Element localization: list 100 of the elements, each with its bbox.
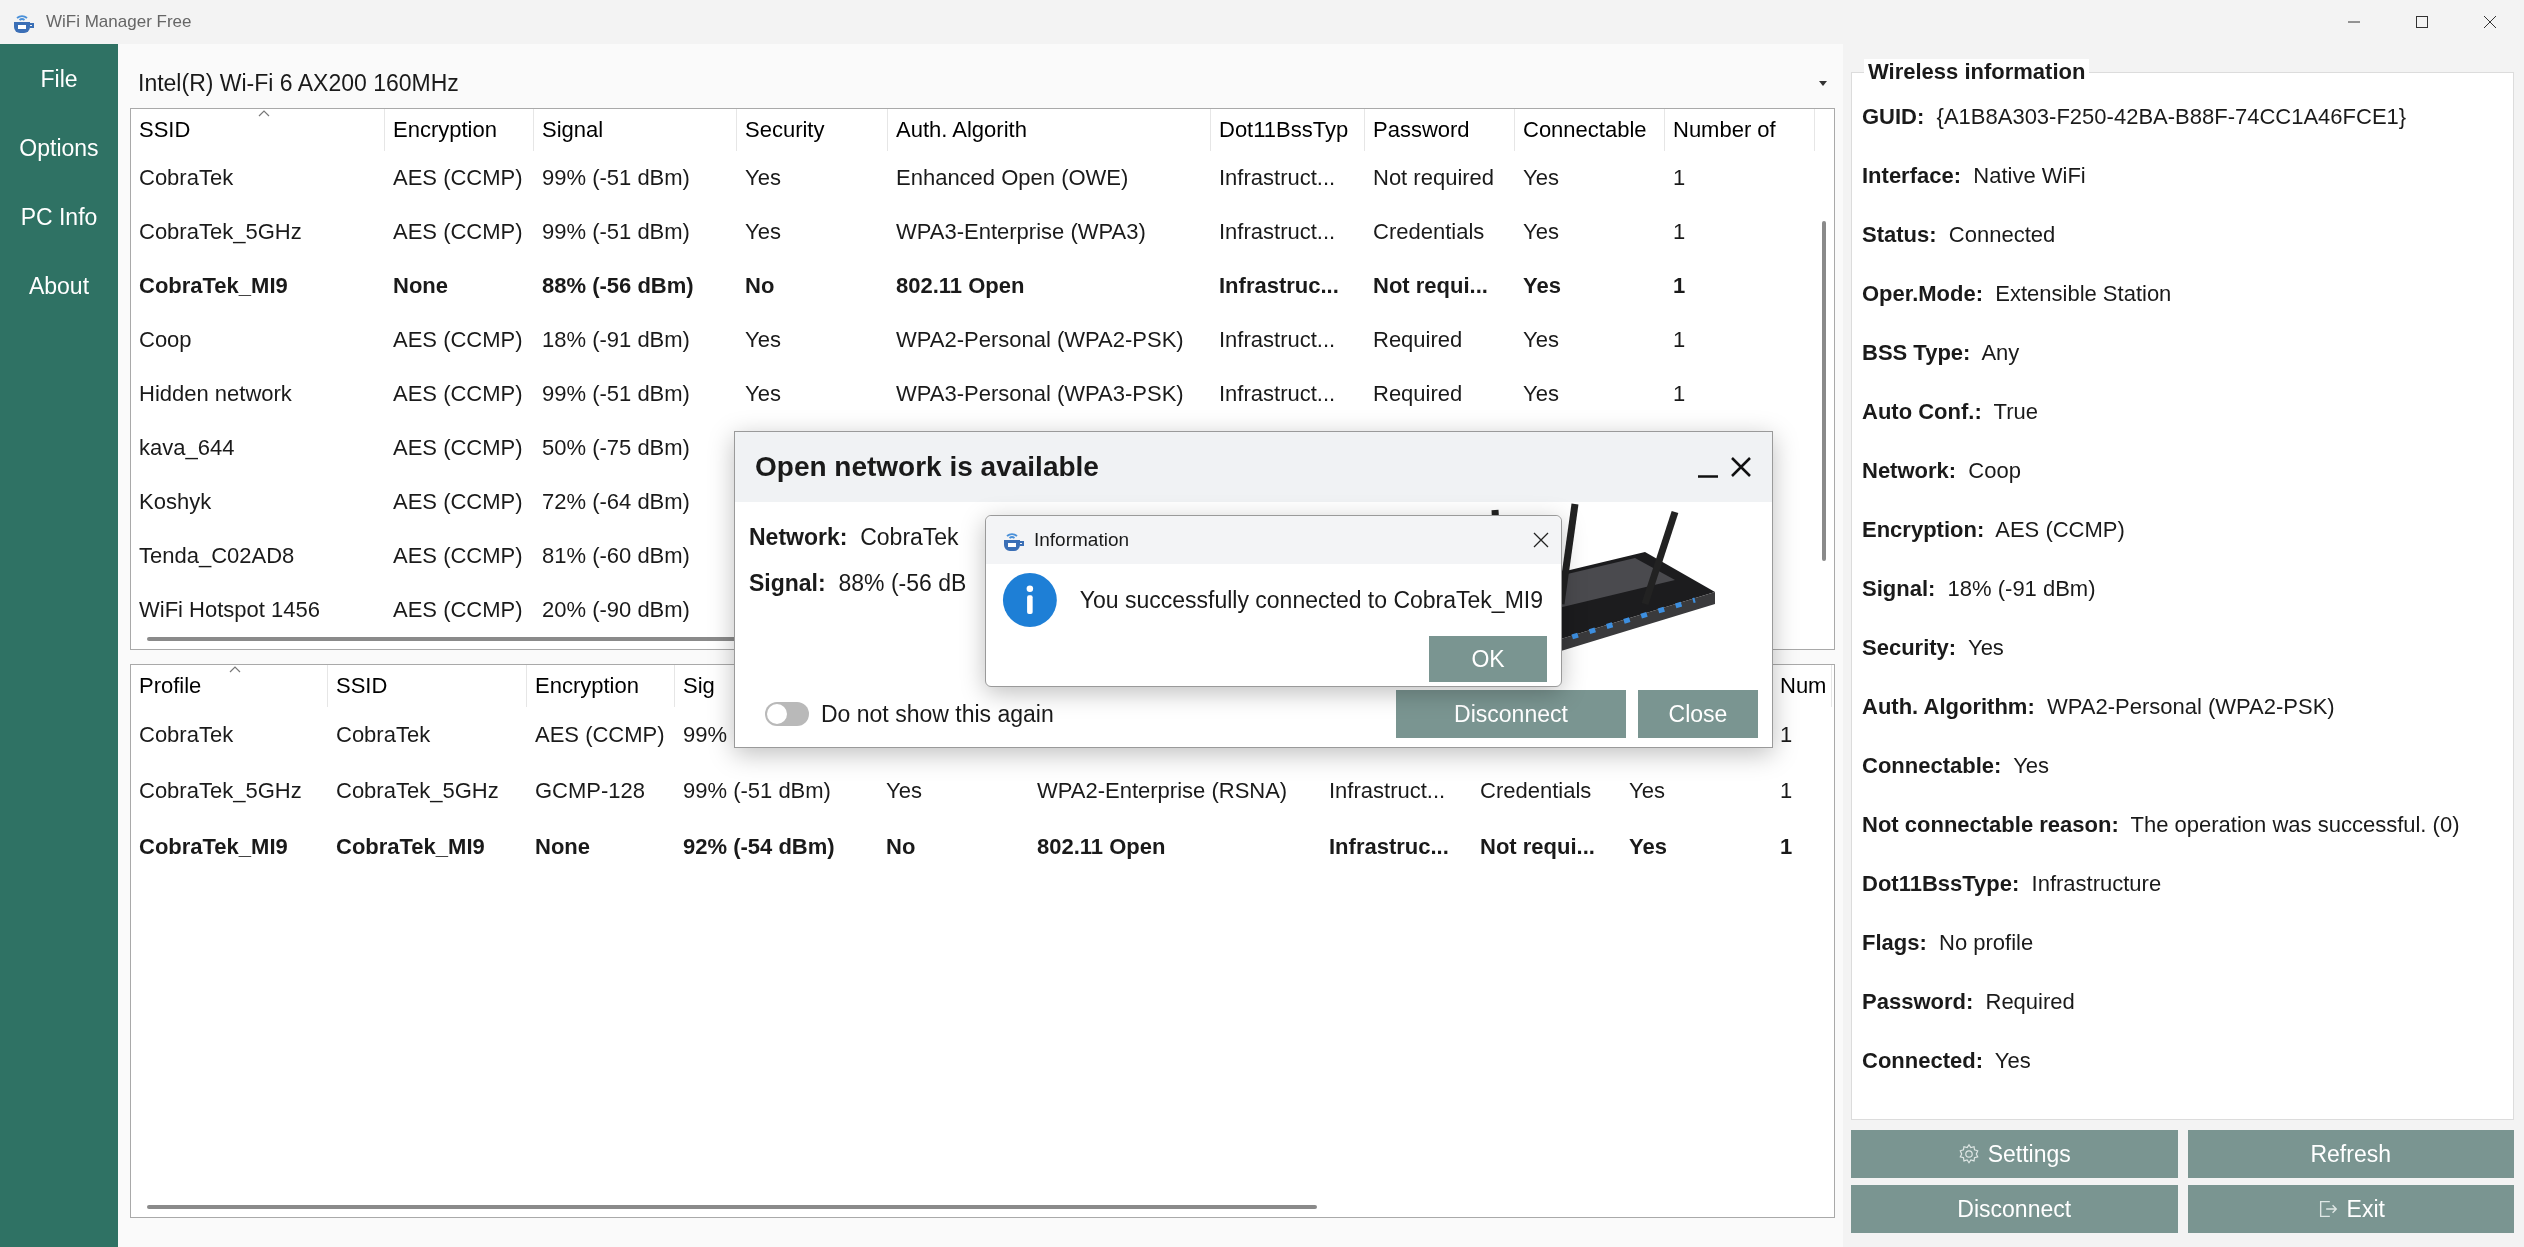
table-cell-text: 88% (-56 dBm)	[541, 273, 695, 299]
table-cell-text: 802.11 Open	[895, 273, 1026, 299]
table-cell-text: GCMP-128	[534, 778, 647, 804]
table-cell-text: 1	[1779, 722, 1794, 748]
info-line: GUID: {A1B8A303-F250-42BA-B88F-74CC1A46FCE1}	[1862, 103, 2407, 130]
table-cell-text: Infrastruc...	[1218, 273, 1340, 299]
sidebar-item[interactable]: PC Info	[20, 200, 98, 235]
table-cell-text: CobraTek_MI9	[138, 834, 289, 860]
table-cell-text: WiFi Hotspot 1456	[138, 597, 321, 623]
info-line: Connectable: Yes	[1862, 752, 2050, 779]
table-cell-text: None	[392, 273, 449, 299]
table-cell-text: Yes	[885, 778, 923, 804]
table-cell-text: 18% (-91 dBm)	[541, 327, 691, 353]
table-cell-text: 1	[1672, 381, 1687, 407]
sidebar-item[interactable]: About	[28, 269, 90, 304]
table-cell-text: Koshyk	[138, 489, 213, 515]
table-cell-text: Yes	[744, 165, 782, 191]
info-line: Auth. Algorithm: WPA2-Personal (WPA2-PSK)	[1862, 693, 2335, 720]
table-cell-text: AES (CCMP)	[392, 327, 524, 353]
info-line: Auto Conf.: True	[1862, 398, 2038, 425]
info-line: Signal: 18% (-91 dBm)	[1862, 575, 2096, 602]
table-cell-text: 99% (-51 dBm)	[541, 219, 691, 245]
table-cell-text: 1	[1672, 165, 1687, 191]
minimize-icon	[1698, 474, 1718, 478]
table-cell-text: Credentials	[1479, 778, 1593, 804]
table-cell-text: AES (CCMP)	[392, 165, 524, 191]
table-cell-text: No	[744, 273, 776, 299]
dialog-title: Open network is available	[755, 451, 1100, 483]
table-cell-text: Not requi...	[1479, 834, 1596, 860]
dialog-message: You successfully connected to CobraTek_MI9	[1079, 586, 1543, 614]
table-cell-text: 99% (-51 dBm)	[682, 778, 832, 804]
info-line: Oper.Mode: Extensible Station	[1862, 280, 2172, 307]
close-button[interactable]	[1730, 456, 1752, 478]
info-line: Status: Connected	[1862, 221, 2056, 248]
table-cell-text: Yes	[1522, 381, 1560, 407]
info-line: Connected: Yes	[1862, 1047, 2031, 1074]
table-cell-text: Yes	[1522, 219, 1560, 245]
table-cell-text: Yes	[1628, 778, 1666, 804]
table-cell-text: AES (CCMP)	[392, 597, 524, 623]
table-cell-text: AES (CCMP)	[534, 722, 666, 748]
sort-icon	[257, 110, 270, 117]
table-cell-text: Yes	[744, 219, 782, 245]
table-cell-text: CobraTek_MI9	[335, 834, 486, 860]
table-cell-text: 1	[1672, 219, 1687, 245]
table-cell-text: Yes	[1522, 273, 1562, 299]
scrollbar[interactable]	[147, 1205, 1317, 1209]
table-cell-text: AES (CCMP)	[392, 381, 524, 407]
table-cell-text: AES (CCMP)	[392, 219, 524, 245]
table-cell-text: Coop	[138, 327, 193, 353]
table-cell-text: 72% (-64 dBm)	[541, 489, 691, 515]
dialog-field: Network: CobraTek	[749, 524, 959, 551]
sort-icon	[229, 666, 241, 673]
maximize-icon	[2415, 15, 2429, 29]
table-cell-text: Yes	[744, 381, 782, 407]
table-cell-text: 1	[1779, 834, 1794, 860]
toggle-switch[interactable]	[765, 702, 809, 726]
table-cell-text: CobraTek_5GHz	[138, 219, 303, 245]
table-cell-text: CobraTek	[138, 722, 235, 748]
table-cell-text: Infrastruc...	[1328, 834, 1450, 860]
close-icon	[1533, 532, 1549, 548]
info-line: Security: Yes	[1862, 634, 2004, 661]
info-line: Flags: No profile	[1862, 929, 2034, 956]
table-cell-text: Yes	[1522, 165, 1560, 191]
table-cell-text: Yes	[1628, 834, 1668, 860]
table-cell-text: AES (CCMP)	[392, 435, 524, 461]
table-cell-text: Yes	[744, 327, 782, 353]
info-line: BSS Type: Any	[1862, 339, 2020, 366]
scrollbar[interactable]	[1822, 221, 1826, 561]
gear-icon	[1957, 1143, 1980, 1165]
table-cell-text: 1	[1672, 327, 1687, 353]
table-cell-text: 20% (-90 dBm)	[541, 597, 691, 623]
table-cell-text: Infrastruct...	[1328, 778, 1447, 804]
table-cell-text: CobraTek	[138, 165, 235, 191]
table-cell-text: Infrastruct...	[1218, 219, 1337, 245]
sidebar-item[interactable]: File	[40, 62, 78, 97]
dropdown-caret-icon	[1819, 80, 1827, 86]
dialog-field: Signal: 88% (-56 dB	[749, 570, 967, 597]
table-cell-text: 92% (-54 dBm)	[682, 834, 836, 860]
table-cell-text: None	[534, 834, 591, 860]
table-cell-text: Credentials	[1372, 219, 1486, 245]
table-cell-text: CobraTek_5GHz	[138, 778, 303, 804]
table-cell-text: Enhanced Open (OWE)	[895, 165, 1130, 191]
toggle-label: Do not show this again	[821, 700, 1055, 728]
table-cell-text: Not required	[1372, 165, 1496, 191]
table-cell-text: Required	[1372, 327, 1464, 353]
adapter-dropdown[interactable]: Intel(R) Wi-Fi 6 AX200 160MHz	[130, 58, 1835, 108]
table-cell-text: Not requi...	[1372, 273, 1489, 299]
table-cell-text: Tenda_C02AD8	[138, 543, 296, 569]
info-line: Dot11BssType: Infrastructure	[1862, 870, 2162, 897]
close-button[interactable]	[1533, 532, 1549, 548]
table-cell-text: 99%	[682, 722, 729, 748]
table-cell-text: Infrastruct...	[1218, 165, 1337, 191]
table-cell-text: WPA2-Personal (WPA2-PSK)	[895, 327, 1185, 353]
table-cell-text: WPA3-Enterprise (WPA3)	[895, 219, 1147, 245]
sidebar-item[interactable]: Options	[19, 131, 99, 166]
table-cell-text: 1	[1672, 273, 1687, 299]
table-cell-text: 81% (-60 dBm)	[541, 543, 691, 569]
table-cell-text: Yes	[1522, 327, 1560, 353]
table-cell-text: kava_644	[138, 435, 236, 461]
table-cell-text: CobraTek_MI9	[138, 273, 289, 299]
